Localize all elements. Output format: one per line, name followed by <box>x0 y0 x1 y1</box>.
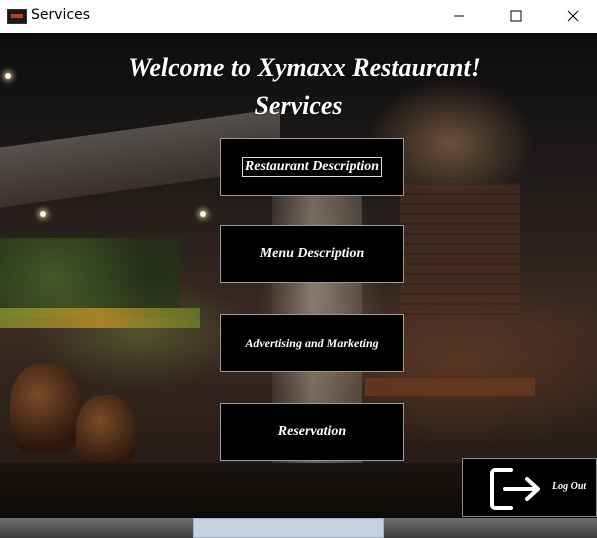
window-title: Services <box>31 7 91 23</box>
button-label: Restaurant Description <box>241 157 383 177</box>
brick-wall <box>400 183 520 323</box>
services-heading: Services <box>254 91 343 120</box>
button-label: Advertising and Marketing <box>245 335 379 350</box>
close-button[interactable] <box>550 0 596 32</box>
maximize-button[interactable] <box>493 0 539 32</box>
ceiling-light <box>40 211 46 217</box>
clay-jar <box>76 395 136 470</box>
horizontal-scrollbar-thumb[interactable] <box>193 518 384 538</box>
title-bar: Services <box>0 0 597 32</box>
fruit-counter <box>0 308 200 328</box>
advertising-marketing-button[interactable]: Advertising and Marketing <box>220 314 404 372</box>
minimize-button[interactable] <box>436 0 482 32</box>
logout-arrow-icon <box>490 468 540 510</box>
restaurant-background: Welcome to Xymaxx Restaurant! Services R… <box>0 33 597 518</box>
logout-button[interactable]: Log Out <box>462 458 597 517</box>
close-icon <box>567 10 579 22</box>
button-label: Menu Description <box>259 246 365 261</box>
button-label: Reservation <box>277 424 347 439</box>
logout-label: Log Out <box>552 481 587 492</box>
clay-jar <box>10 363 80 453</box>
dining-table <box>365 378 535 396</box>
minimize-icon <box>454 15 464 17</box>
plant-shelf <box>0 238 180 318</box>
reservation-button[interactable]: Reservation <box>220 403 404 461</box>
ceiling-light <box>200 211 206 217</box>
restaurant-description-button[interactable]: Restaurant Description <box>220 138 404 196</box>
maximize-icon <box>510 10 522 22</box>
menu-description-button[interactable]: Menu Description <box>220 225 404 283</box>
restaurant-app-icon <box>7 9 27 24</box>
welcome-heading: Welcome to Xymaxx Restaurant! <box>128 53 481 82</box>
